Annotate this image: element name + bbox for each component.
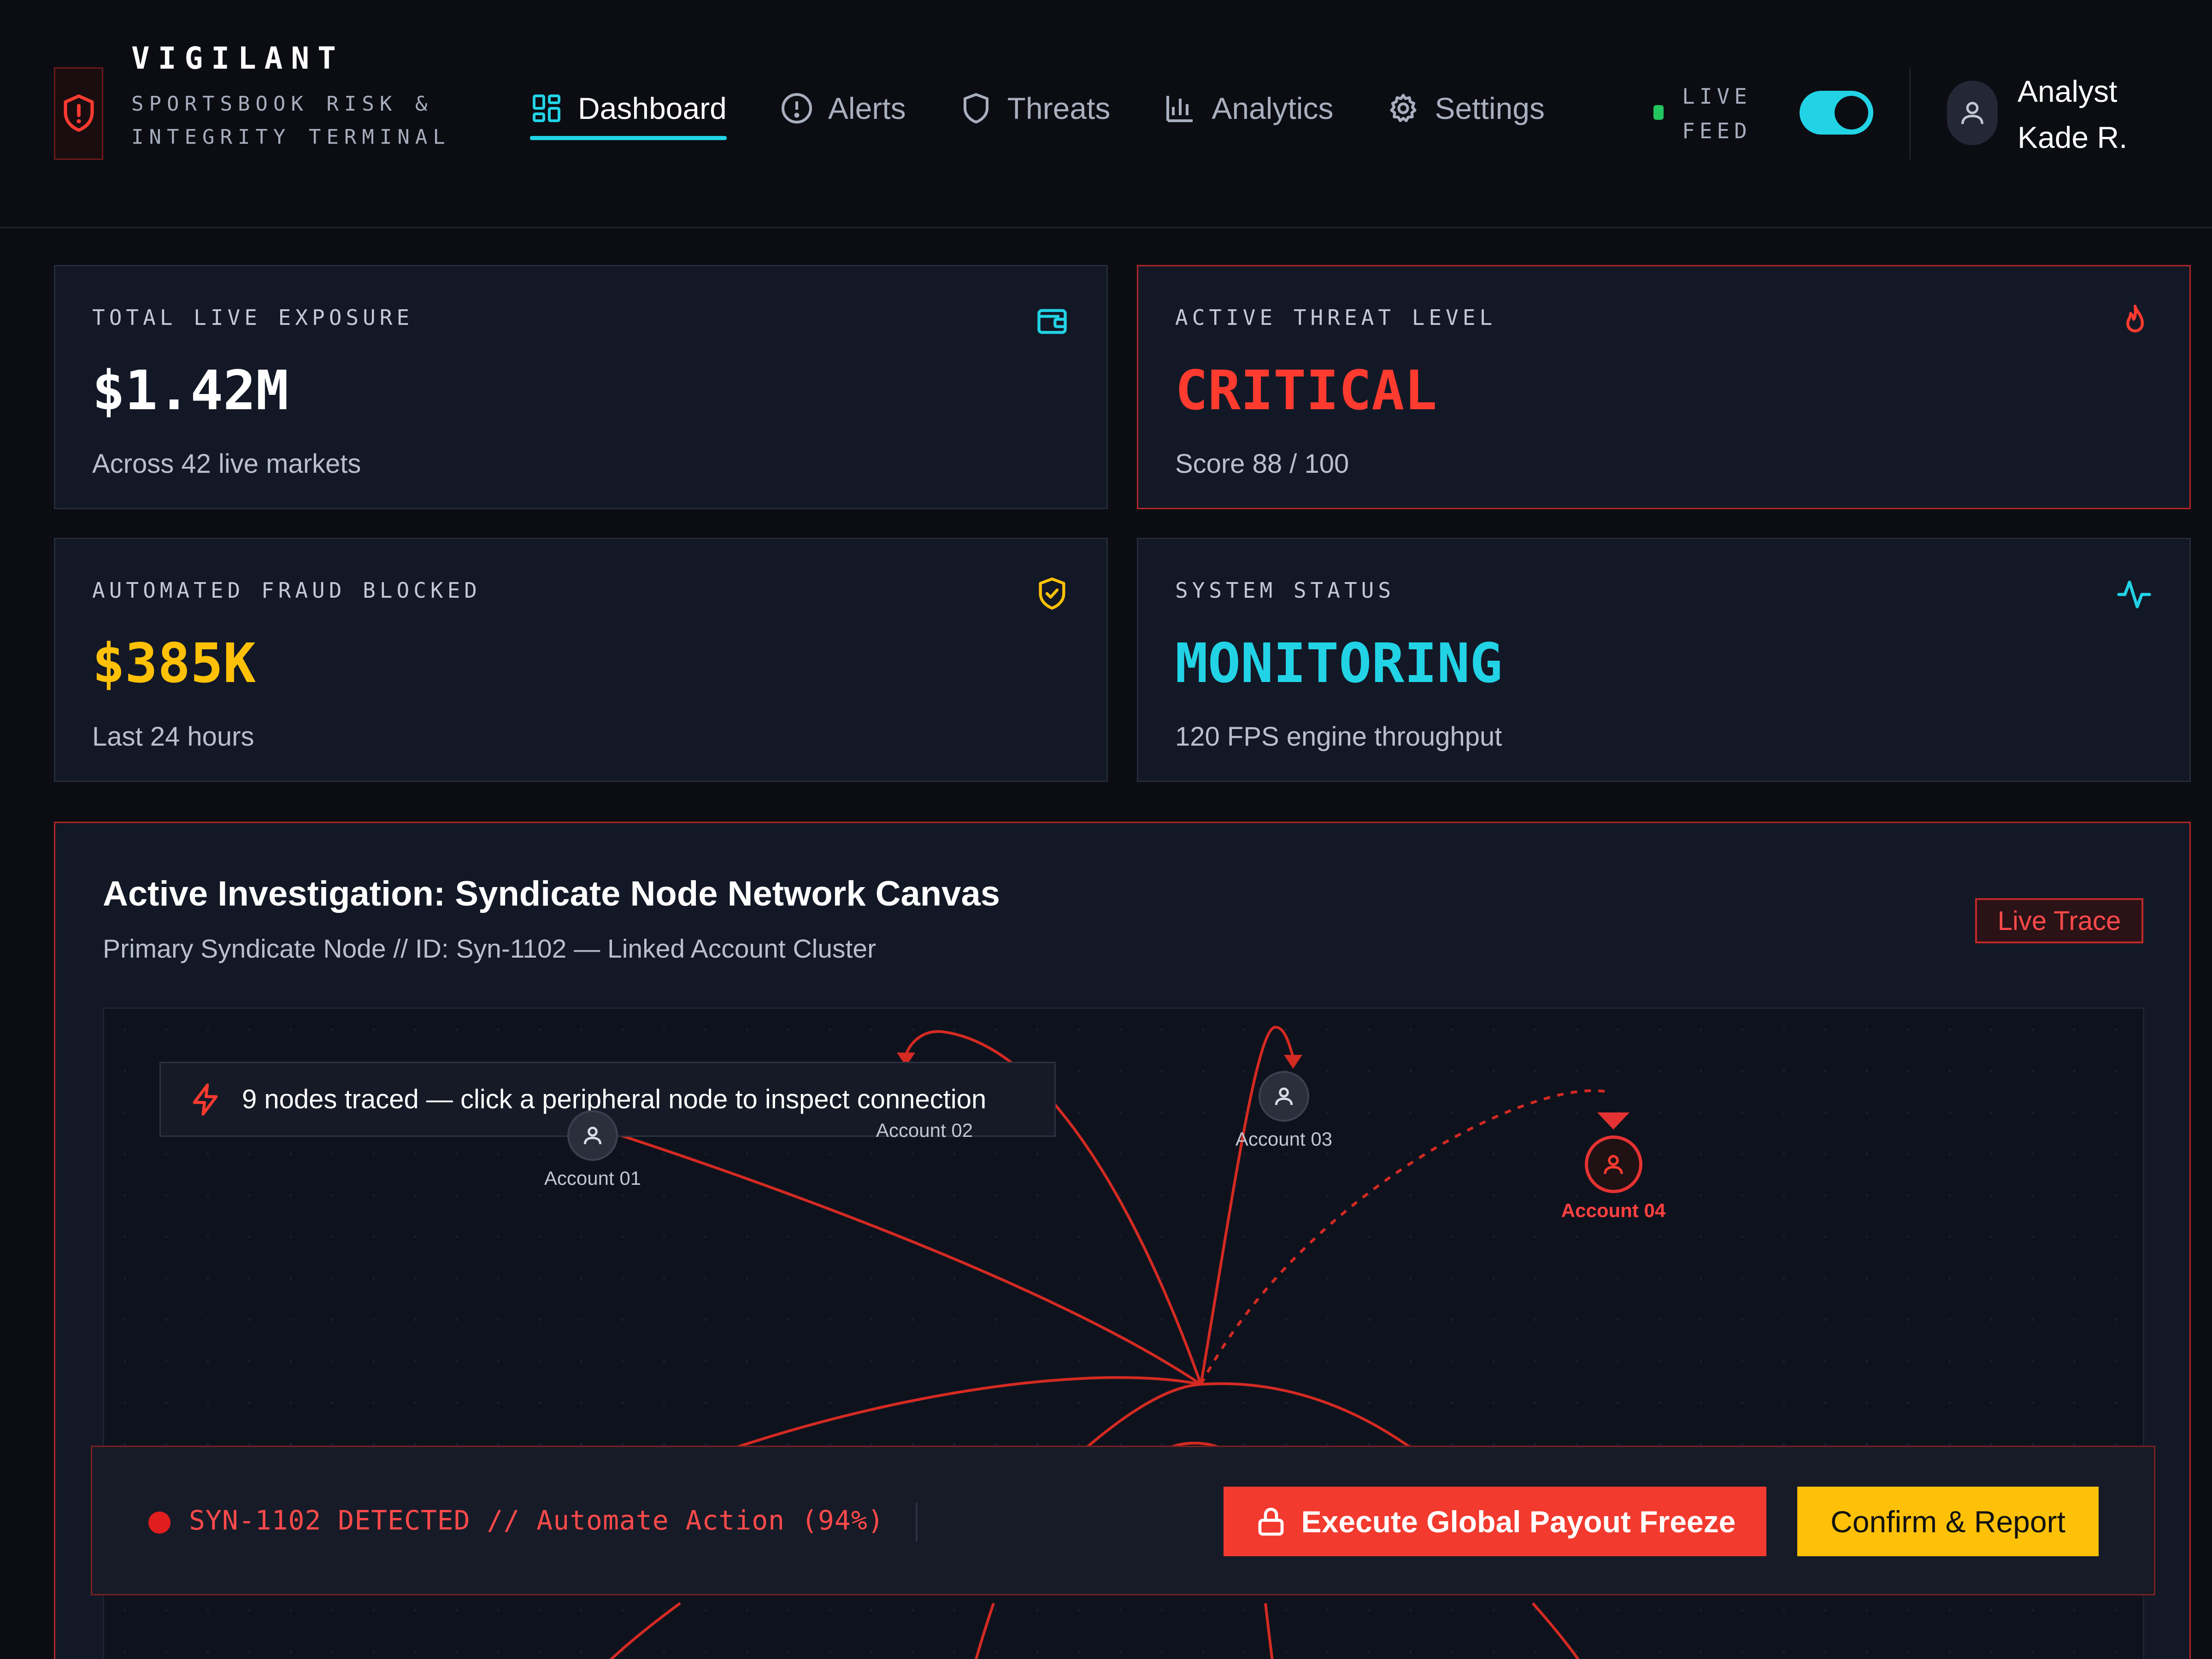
top-header: VIGILANT SPORTSBOOK RISK & INTEGRITY TER… [0,0,2212,228]
gear-icon [1390,94,1417,122]
fraud-card-label: AUTOMATED FRAUD BLOCKED [92,578,481,603]
detection-alert-text: SYN-1102 DETECTED // Automate Action (94… [189,1505,884,1536]
node-account-03[interactable]: Account 03 [1219,1071,1348,1150]
node-account-01-circle [567,1110,618,1161]
exposure-card-label: TOTAL LIVE EXPOSURE [92,305,414,330]
node-account-04[interactable]: Account 04 [1542,1135,1685,1222]
nav-analytics[interactable]: Analytics [1164,83,1333,134]
shield-check-icon [1039,577,1065,610]
live-indicator-dot [1653,105,1664,120]
fraud-card-sub: Last 24 hours [92,722,254,752]
node-account-04-label: Account 04 [1561,1200,1666,1221]
exposure-card-value: $1.42M [92,359,289,422]
nav-analytics-label: Analytics [1212,91,1334,125]
lock-icon [1258,1507,1283,1535]
investigation-title: Active Investigation: Syndicate Node Net… [103,874,1000,913]
wallet-icon [1037,309,1067,334]
system-status-card-sub: 120 FPS engine throughput [1175,722,1502,752]
shield-icon [963,93,988,124]
system-status-card: SYSTEM STATUS MONITORING 120 FPS engine … [1137,538,2191,782]
action-bar-divider [916,1502,918,1541]
node-account-04-circle [1584,1135,1642,1193]
investigation-subtitle: Primary Syndicate Node // ID: Syn-1102 —… [103,934,877,964]
threat-card-sub: Score 88 / 100 [1175,449,1349,479]
threat-card-value: CRITICAL [1175,359,1437,422]
main-nav: Dashboard Alerts Threats Analytics Setti… [530,83,1545,147]
nav-settings[interactable]: Settings [1387,83,1545,134]
nav-alerts[interactable]: Alerts [780,83,906,134]
nav-threats-label: Threats [1007,91,1111,125]
live-trace-badge[interactable]: Live Trace [1975,898,2143,943]
user-name[interactable]: Analyst Kade R. [2018,68,2127,160]
nav-alerts-label: Alerts [828,91,906,125]
node-account-02[interactable]: Account 02 [860,1119,989,1141]
user-display-name: Kade R. [2018,120,2128,154]
node-account-01[interactable]: Account 01 [528,1110,657,1189]
threat-card: ACTIVE THREAT LEVEL CRITICAL Score 88 / … [1137,265,2191,509]
alert-circle-icon [781,93,812,124]
threat-card-label: ACTIVE THREAT LEVEL [1175,305,1497,330]
brand-logo [54,67,103,160]
node-account-02-label: Account 02 [876,1119,973,1141]
user-icon [583,1126,602,1144]
user-role: Analyst [2018,74,2118,108]
execute-payout-freeze-button[interactable]: Execute Global Payout Freeze [1224,1487,1766,1556]
exposure-card: TOTAL LIVE EXPOSURE $1.42M Across 42 liv… [54,265,1108,509]
nav-dashboard[interactable]: Dashboard [530,83,727,140]
nav-dashboard-label: Dashboard [578,91,727,125]
system-status-card-value: MONITORING [1175,631,1503,695]
system-status-card-label: SYSTEM STATUS [1175,578,1395,603]
node-account-03-label: Account 03 [1235,1128,1333,1150]
nav-settings-label: Settings [1435,91,1545,125]
user-icon [1275,1087,1293,1105]
user-icon [1961,102,1983,124]
user-icon [1604,1154,1623,1174]
header-divider [1909,67,1911,159]
nav-threats[interactable]: Threats [959,83,1111,134]
exposure-card-sub: Across 42 live markets [92,449,361,479]
shield-alert-icon [64,94,94,132]
live-feed-label-line1: LIVE [1682,84,1752,109]
node-account-03-circle [1259,1071,1309,1122]
toggle-knob [1835,96,1868,129]
action-bar: SYN-1102 DETECTED // Automate Action (94… [91,1446,2155,1595]
alert-dot [148,1512,171,1534]
brand-subtitle: SPORTSBOOK RISK & INTEGRITY TERMINAL [131,92,451,149]
fraud-card: AUTOMATED FRAUD BLOCKED $385K Last 24 ho… [54,538,1108,782]
activity-icon [2117,581,2151,608]
flame-icon [2126,305,2144,333]
bar-chart-icon [1166,96,1193,122]
brand-name: VIGILANT [131,41,344,76]
live-feed-label-line2: FEED [1682,118,1752,143]
node-account-01-label: Account 01 [544,1167,641,1189]
lightning-icon [193,1083,218,1116]
execute-payout-freeze-label: Execute Global Payout Freeze [1301,1504,1736,1539]
fraud-card-value: $385K [92,631,256,695]
avatar[interactable] [1947,81,1998,145]
confirm-report-button[interactable]: Confirm & Report [1797,1487,2099,1556]
live-feed-toggle[interactable] [1800,91,1873,135]
live-feed-label: LIVE FEED [1682,79,1752,148]
grid-icon [533,94,560,122]
